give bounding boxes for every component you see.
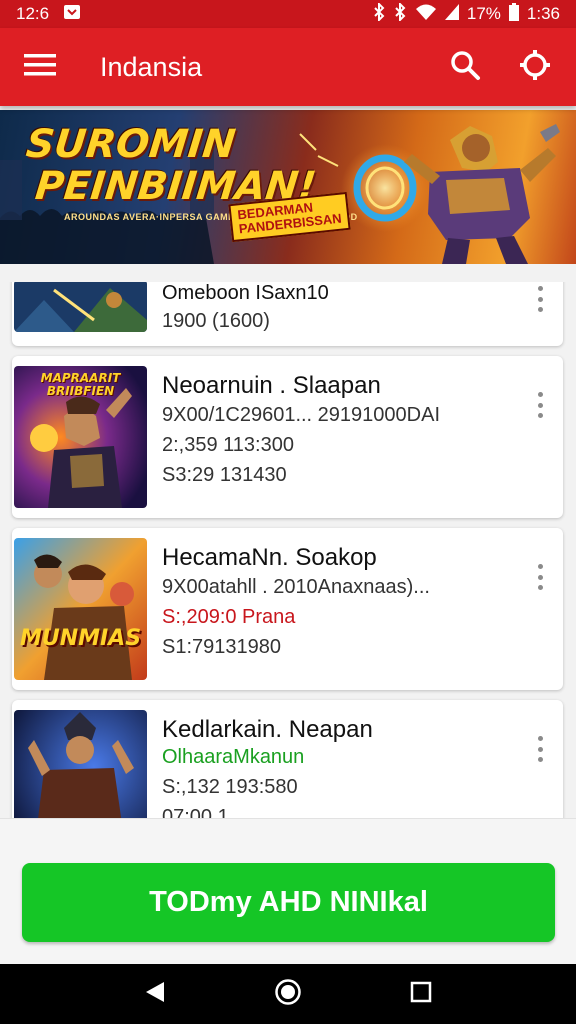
battery-icon bbox=[508, 2, 519, 26]
back-icon[interactable] bbox=[144, 980, 166, 1009]
banner-headline: SUROMIN PEINBIIMAN! bbox=[19, 122, 319, 209]
overflow-menu-button[interactable] bbox=[533, 286, 547, 312]
item-line-3: S3:29 131430 bbox=[162, 464, 287, 486]
wifi-icon bbox=[415, 3, 437, 26]
menu-button[interactable] bbox=[0, 28, 80, 106]
vibrate-icon bbox=[393, 1, 407, 26]
signal-icon bbox=[444, 3, 459, 25]
search-button[interactable] bbox=[442, 44, 488, 90]
status-clock-right: 1:36 bbox=[526, 4, 560, 23]
item-thumbnail: MAPRAARIT BRIIBFIEN bbox=[14, 366, 147, 508]
system-nav-bar bbox=[0, 964, 576, 1024]
item-line-3: S1:79131980 bbox=[162, 636, 282, 658]
recents-icon[interactable] bbox=[410, 981, 432, 1008]
app-bar: Indansia bbox=[0, 28, 576, 106]
list-item[interactable]: MAPRAARIT BRIIBFIEN Neoarnuin . Slaapan … bbox=[12, 356, 563, 518]
bottom-action-panel: TODmy AHD NINIkal bbox=[0, 818, 576, 964]
thumb-title: MUNMIAS bbox=[19, 626, 142, 651]
item-line-2: S:,209:0 Prana bbox=[162, 606, 296, 628]
item-thumbnail: MUNMIAS bbox=[14, 538, 147, 680]
item-line-2: S:,132 193:580 bbox=[162, 776, 298, 798]
status-time: 12:6 bbox=[16, 4, 50, 23]
overflow-menu-button[interactable] bbox=[533, 736, 547, 762]
settings-button[interactable] bbox=[512, 44, 558, 90]
game-list: Omeboon ISaxn10 1900 (1600) MAPRAARIT BR… bbox=[0, 282, 576, 842]
promo-banner[interactable]: SUROMIN PEINBIIMAN! AROUNDAS AVERA·INPER… bbox=[0, 110, 576, 264]
status-bar: 12:6 17% 1:36 bbox=[0, 0, 576, 28]
menu-icon bbox=[24, 53, 56, 82]
item-line-2: 2:,359 113:300 bbox=[162, 434, 294, 456]
item-title: HecamaNn. Soakop bbox=[162, 544, 377, 571]
overflow-menu-button[interactable] bbox=[533, 392, 547, 418]
item-title: Kedlarkain. Neapan bbox=[162, 716, 373, 743]
app-title: Indansia bbox=[100, 51, 203, 82]
home-icon[interactable] bbox=[274, 978, 302, 1011]
primary-cta-button[interactable]: TODmy AHD NINIkal bbox=[22, 863, 555, 942]
thumb-title: MAPRAARIT BRIIBFIEN bbox=[40, 371, 121, 398]
settings-icon bbox=[519, 49, 551, 86]
bluetooth-icon bbox=[373, 1, 385, 26]
list-item[interactable]: MUNMIAS HecamaNn. Soakop 9X00atahll . 20… bbox=[12, 528, 563, 690]
item-title: Omeboon ISaxn10 bbox=[162, 282, 329, 304]
item-line-1: 9X00atahll . 2010Anaxnaas)... bbox=[162, 576, 430, 598]
item-thumbnail bbox=[14, 282, 147, 332]
list-item[interactable]: Omeboon ISaxn10 1900 (1600) bbox=[12, 282, 563, 346]
item-line-1: OlhaaraMkanun bbox=[162, 746, 305, 768]
overflow-menu-button[interactable] bbox=[533, 564, 547, 590]
item-title: Neoarnuin . Slaapan bbox=[162, 372, 381, 399]
item-line-1: 1900 (1600) bbox=[162, 310, 270, 332]
battery-percent: 17% bbox=[466, 4, 501, 23]
search-icon bbox=[449, 49, 481, 86]
notification-icon bbox=[63, 4, 81, 25]
item-line-1: 9X00/1C29601... 29191000DAI bbox=[162, 404, 440, 426]
